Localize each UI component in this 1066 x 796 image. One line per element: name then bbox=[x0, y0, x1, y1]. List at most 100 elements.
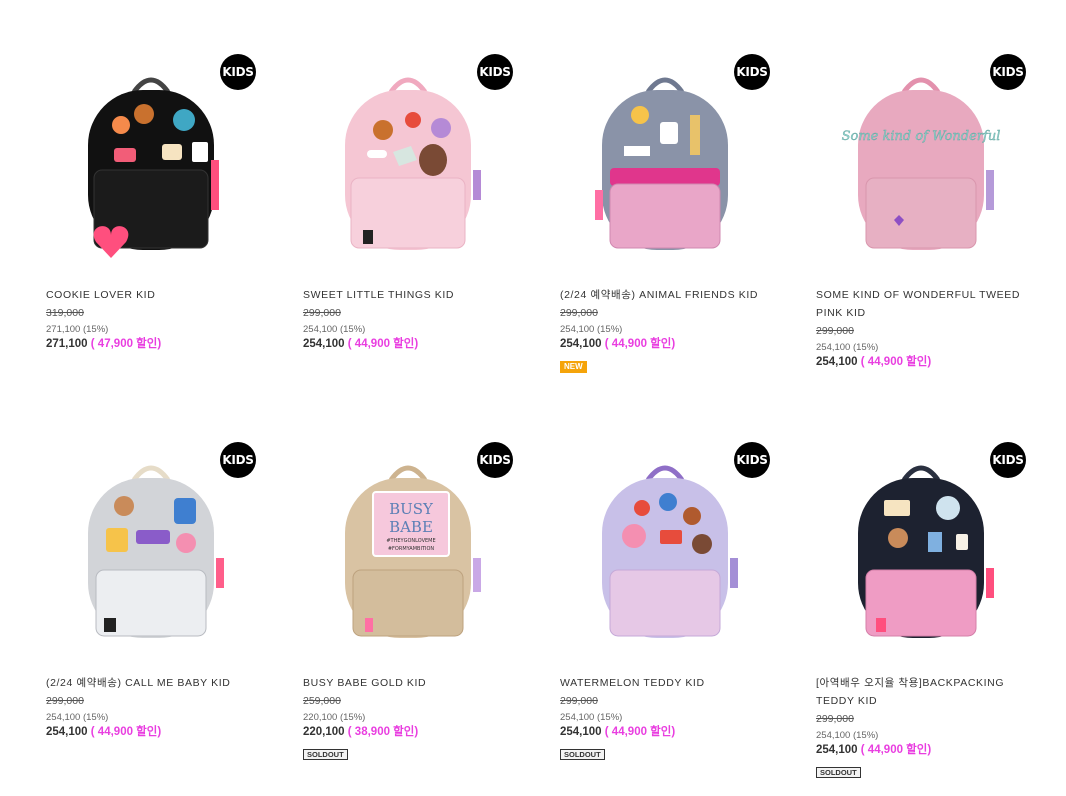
sale-price: 271,100 bbox=[46, 338, 88, 350]
discount-amount: ( 44,900 할인) bbox=[860, 744, 932, 756]
original-price: 299,000 bbox=[303, 307, 341, 319]
original-price: 259,000 bbox=[303, 695, 341, 707]
kids-badge: KIDS bbox=[734, 442, 770, 478]
kids-badge: KIDS bbox=[477, 54, 513, 90]
backpack-image: Some kind of Wonderful bbox=[841, 77, 1001, 250]
product-info: BUSY BABE GOLD KID 259,000 220,100 (15%)… bbox=[303, 674, 523, 762]
sale-price-row: 271,100 ( 47,900 할인) bbox=[46, 337, 266, 352]
discount-amount: ( 44,900 할인) bbox=[604, 726, 676, 738]
discount-amount: ( 47,900 할인) bbox=[90, 338, 162, 350]
sale-price: 254,100 bbox=[560, 726, 602, 738]
sale-price-row: 254,100 ( 44,900 할인) bbox=[560, 337, 780, 352]
sale-price-row: 254,100 ( 44,900 할인) bbox=[560, 725, 780, 740]
kids-badge: KIDS bbox=[477, 442, 513, 478]
sale-price: 254,100 bbox=[303, 338, 345, 350]
product-name[interactable]: BUSY BABE GOLD KID bbox=[303, 674, 523, 692]
product-name[interactable]: SWEET LITTLE THINGS KID bbox=[303, 286, 523, 304]
product-name[interactable]: [아역배우 오지율 착용]BACKPACKING bbox=[816, 674, 1036, 692]
discount-amount: ( 38,900 할인) bbox=[347, 726, 419, 738]
soldout-tag: SOLDOUT bbox=[816, 767, 861, 778]
kids-badge: KIDS bbox=[990, 442, 1026, 478]
product-info: (2/24 예약배송) CALL ME BABY KID 299,000 254… bbox=[46, 674, 266, 740]
sale-price-row: 254,100 ( 44,900 할인) bbox=[816, 355, 1036, 370]
product-grid: KIDS COOKIE LOVER KID 319,000 271,100 (1… bbox=[0, 0, 1066, 796]
product-info: SWEET LITTLE THINGS KID 299,000 254,100 … bbox=[303, 286, 523, 352]
product-info: SOME KIND OF WONDERFUL TWEED PINK KID 29… bbox=[816, 286, 1036, 370]
sale-price-row: 254,100 ( 44,900 할인) bbox=[816, 743, 1036, 758]
backpack-image: BUSY BABE #THEYGONLOVEME #FORMYAMBITION bbox=[345, 465, 481, 638]
original-price: 319,000 bbox=[46, 307, 84, 319]
product-name[interactable]: COOKIE LOVER KID bbox=[46, 286, 266, 304]
backpack-image bbox=[602, 465, 738, 638]
kids-badge: KIDS bbox=[990, 54, 1026, 90]
tweed-slogan: Some kind of Wonderful bbox=[842, 129, 1001, 144]
product-image[interactable]: KIDS bbox=[46, 54, 276, 300]
product-name[interactable]: SOME KIND OF WONDERFUL TWEED bbox=[816, 286, 1036, 304]
kids-badge: KIDS bbox=[220, 442, 256, 478]
discount-amount: ( 44,900 할인) bbox=[90, 726, 162, 738]
sale-price: 254,100 bbox=[560, 338, 602, 350]
product-card[interactable]: KIDS COOKIE LOVER KID 319,000 271,100 (1… bbox=[46, 54, 276, 350]
product-name[interactable]: (2/24 예약배송) CALL ME BABY KID bbox=[46, 674, 266, 692]
product-card[interactable]: KIDS [아역배우 오지율 착용]BACKPACKING TEDDY KID … bbox=[816, 442, 1046, 778]
product-card[interactable]: KIDS (2/24 예약배송) CALL ME BABY KID 299,00… bbox=[46, 442, 276, 738]
discount-amount: ( 44,900 할인) bbox=[604, 338, 676, 350]
discount-amount: ( 44,900 할인) bbox=[860, 356, 932, 368]
backpack-image bbox=[88, 465, 224, 638]
original-price: 299,000 bbox=[816, 325, 854, 337]
original-price: 299,000 bbox=[46, 695, 84, 707]
product-info: COOKIE LOVER KID 319,000 271,100 (15%) 2… bbox=[46, 286, 266, 352]
member-price: 254,100 (15%) bbox=[816, 342, 879, 353]
sale-price: 254,100 bbox=[46, 726, 88, 738]
original-price: 299,000 bbox=[816, 713, 854, 725]
product-card[interactable]: KIDS WATERMELON TEDDY KID 299,000 254,10… bbox=[560, 442, 790, 760]
product-card[interactable]: Some kind of Wonderful KIDS SOME KIND OF… bbox=[816, 54, 1046, 368]
product-image[interactable]: BUSY BABE #THEYGONLOVEME #FORMYAMBITION … bbox=[303, 442, 533, 688]
soldout-tag: SOLDOUT bbox=[560, 749, 605, 760]
product-card[interactable]: BUSY BABE #THEYGONLOVEME #FORMYAMBITION … bbox=[303, 442, 533, 760]
kids-badge: KIDS bbox=[220, 54, 256, 90]
product-card[interactable]: KIDS (2/24 예약배송) ANIMAL FRIENDS KID 299,… bbox=[560, 54, 790, 373]
product-info: WATERMELON TEDDY KID 299,000 254,100 (15… bbox=[560, 674, 780, 762]
product-image[interactable]: KIDS bbox=[560, 442, 790, 688]
original-price: 299,000 bbox=[560, 695, 598, 707]
product-image[interactable]: KIDS bbox=[816, 442, 1046, 688]
kids-badge: KIDS bbox=[734, 54, 770, 90]
original-price: 299,000 bbox=[560, 307, 598, 319]
member-price: 220,100 (15%) bbox=[303, 712, 366, 723]
product-info: (2/24 예약배송) ANIMAL FRIENDS KID 299,000 2… bbox=[560, 286, 780, 374]
product-card[interactable]: KIDS SWEET LITTLE THINGS KID 299,000 254… bbox=[303, 54, 533, 350]
sale-price: 220,100 bbox=[303, 726, 345, 738]
bag-text-babe: BABE bbox=[389, 518, 433, 536]
product-image[interactable]: KIDS bbox=[303, 54, 533, 300]
sale-price-row: 254,100 ( 44,900 할인) bbox=[303, 337, 523, 352]
product-name-line2[interactable]: TEDDY KID bbox=[816, 692, 1036, 710]
member-price: 254,100 (15%) bbox=[816, 730, 879, 741]
new-tag: NEW bbox=[560, 361, 587, 373]
product-image[interactable]: Some kind of Wonderful KIDS bbox=[816, 54, 1046, 300]
sale-price-row: 220,100 ( 38,900 할인) bbox=[303, 725, 523, 740]
backpack-image bbox=[858, 465, 994, 638]
member-price: 271,100 (15%) bbox=[46, 324, 109, 335]
soldout-tag: SOLDOUT bbox=[303, 749, 348, 760]
backpack-image bbox=[345, 77, 481, 250]
member-price: 254,100 (15%) bbox=[560, 712, 623, 723]
product-name-line2[interactable]: PINK KID bbox=[816, 304, 1036, 322]
bag-hashtag-1: #THEYGONLOVEME bbox=[386, 538, 435, 544]
product-name[interactable]: (2/24 예약배송) ANIMAL FRIENDS KID bbox=[560, 286, 780, 304]
member-price: 254,100 (15%) bbox=[303, 324, 366, 335]
product-name[interactable]: WATERMELON TEDDY KID bbox=[560, 674, 780, 692]
sale-price-row: 254,100 ( 44,900 할인) bbox=[46, 725, 266, 740]
backpack-image bbox=[88, 77, 219, 258]
sale-price: 254,100 bbox=[816, 356, 858, 368]
bag-text-busy: BUSY bbox=[389, 500, 434, 518]
sale-price: 254,100 bbox=[816, 744, 858, 756]
product-image[interactable]: KIDS bbox=[560, 54, 790, 300]
discount-amount: ( 44,900 할인) bbox=[347, 338, 419, 350]
product-info: [아역배우 오지율 착용]BACKPACKING TEDDY KID 299,0… bbox=[816, 674, 1036, 780]
member-price: 254,100 (15%) bbox=[560, 324, 623, 335]
backpack-image bbox=[595, 77, 728, 250]
member-price: 254,100 (15%) bbox=[46, 712, 109, 723]
bag-hashtag-2: #FORMYAMBITION bbox=[388, 546, 435, 552]
product-image[interactable]: KIDS bbox=[46, 442, 276, 688]
